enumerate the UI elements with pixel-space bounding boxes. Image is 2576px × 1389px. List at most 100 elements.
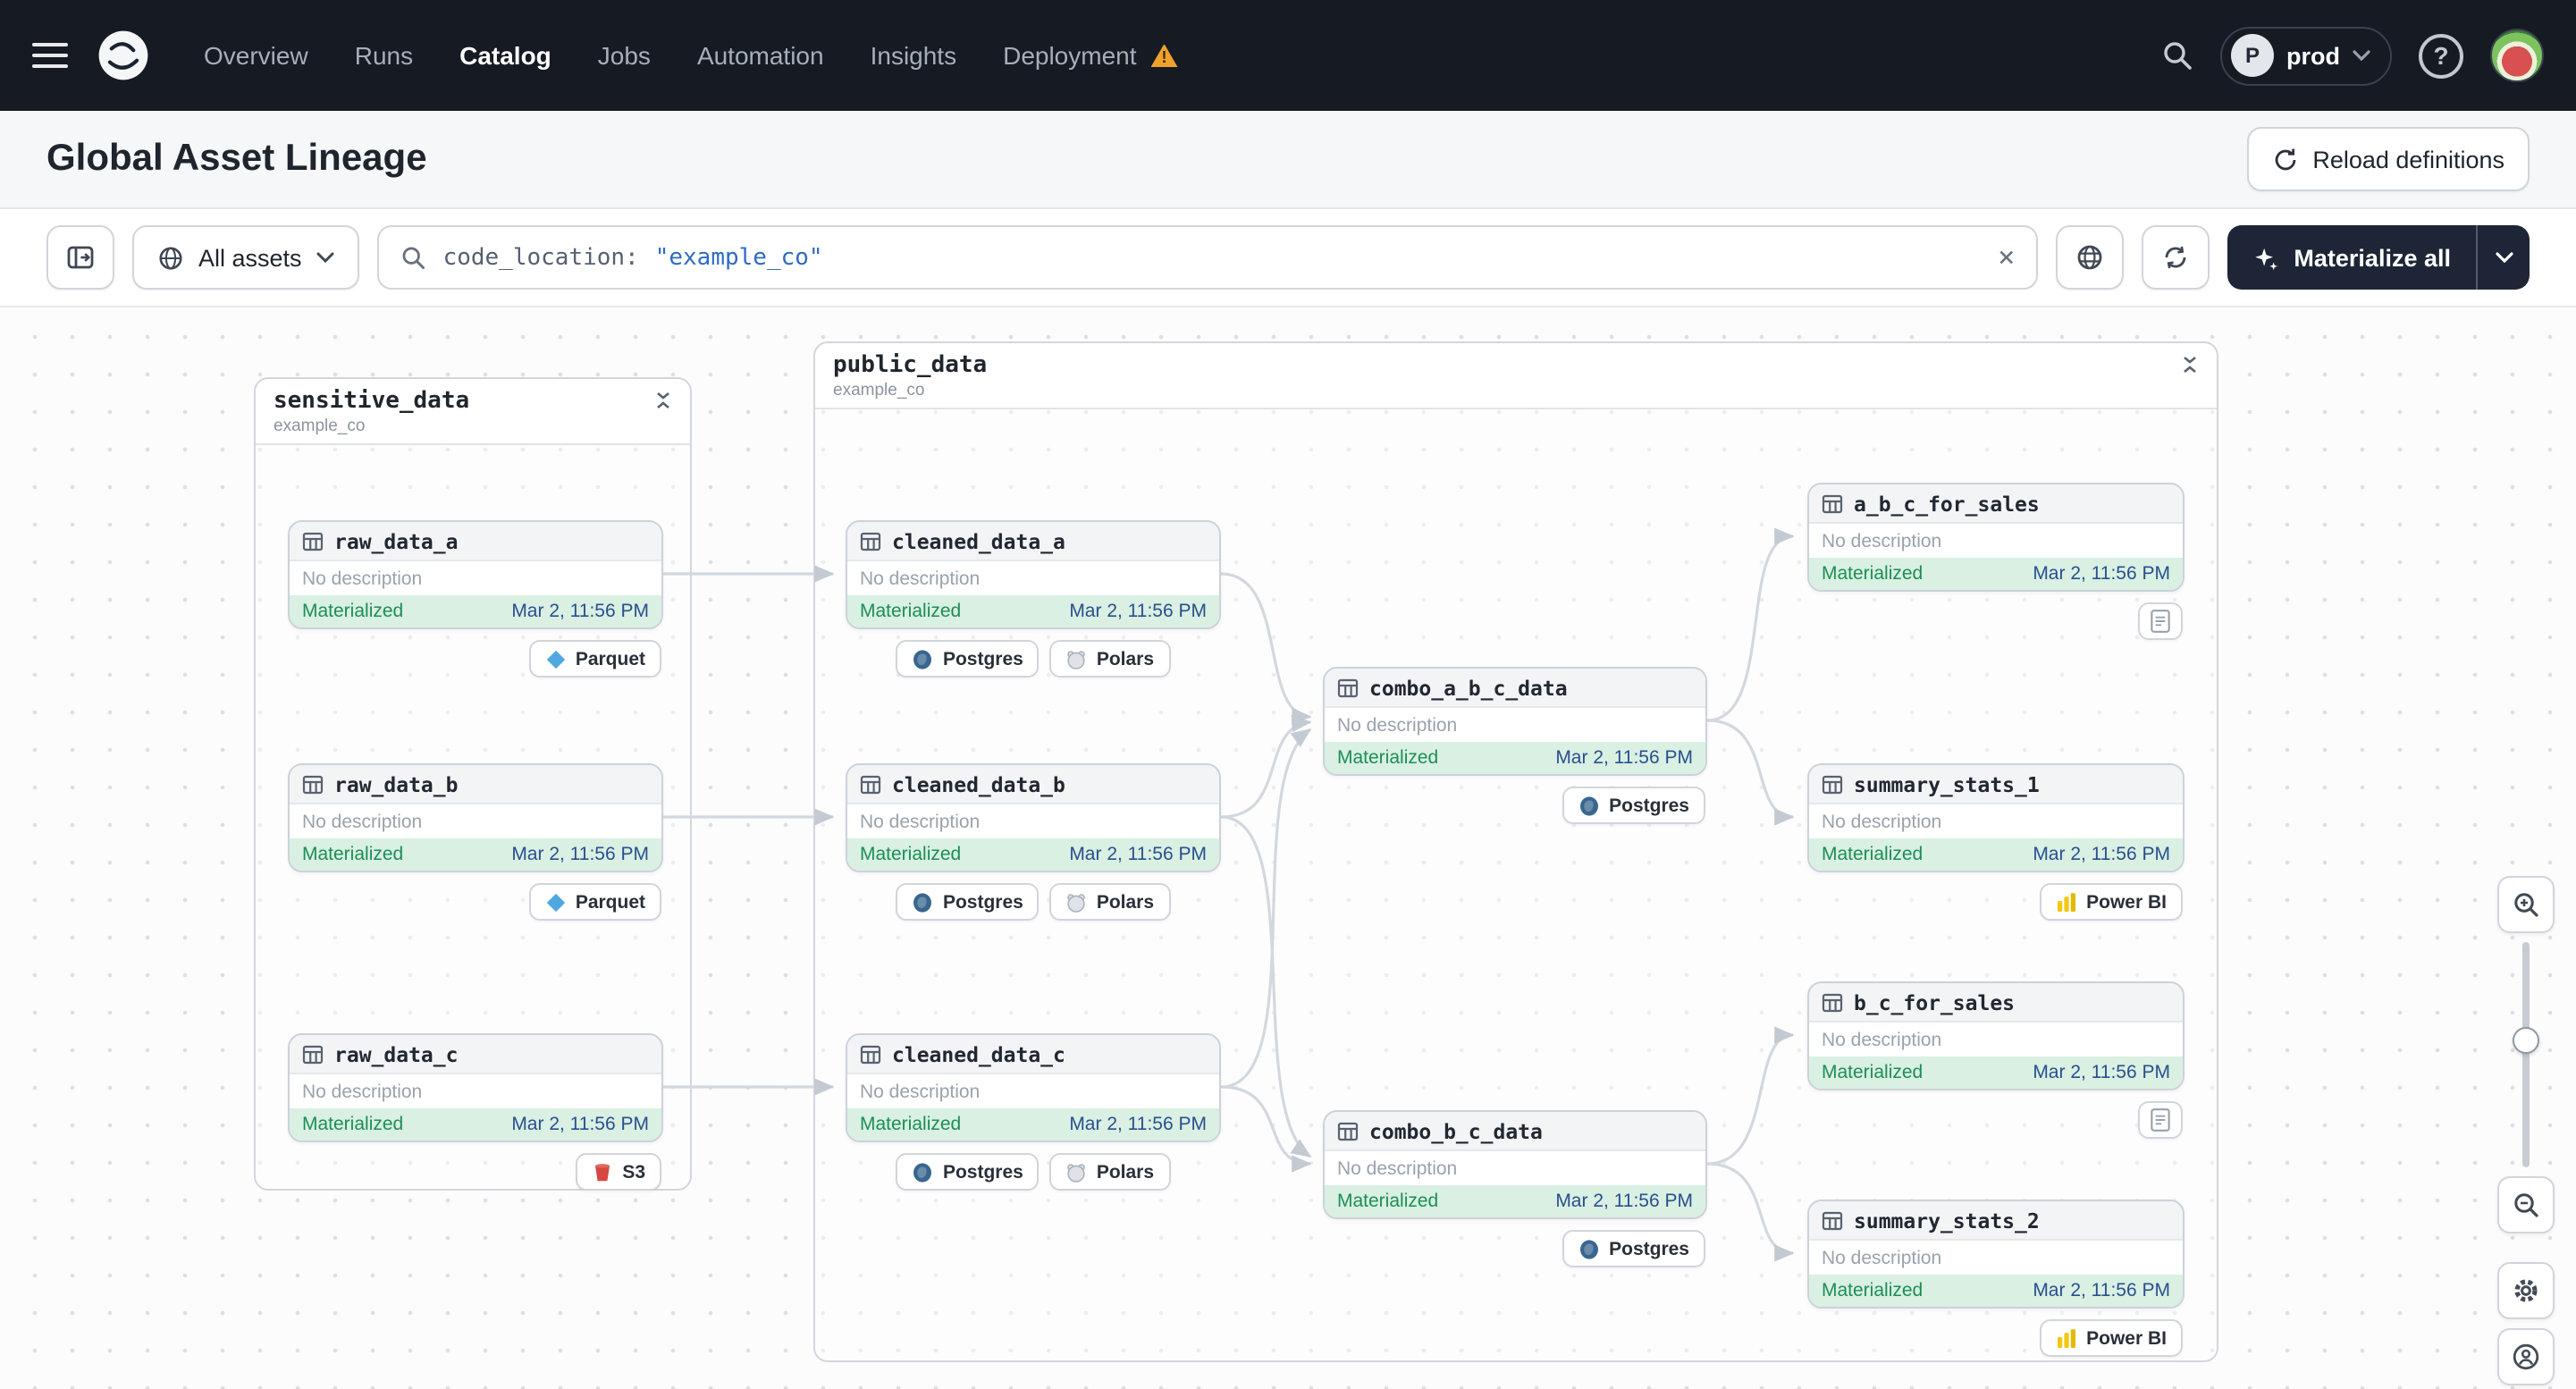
deployment-switcher[interactable]: P prod: [2220, 26, 2392, 85]
tag-postgres[interactable]: Postgres: [896, 883, 1040, 921]
reload-definitions-label: Reload definitions: [2312, 146, 2504, 173]
asset-node-b-c-for-sales[interactable]: b_c_for_sales No description Materialize…: [1807, 981, 2185, 1139]
help-button[interactable]: ?: [2419, 33, 2463, 78]
nav-runs[interactable]: Runs: [355, 41, 413, 70]
asset-node-raw-data-c[interactable]: raw_data_c No description Materialized M…: [288, 1033, 663, 1191]
tag-power-bi[interactable]: Power BI: [2040, 1319, 2183, 1357]
collapse-group-icon[interactable]: [2181, 352, 2199, 377]
nav-jobs[interactable]: Jobs: [598, 41, 651, 70]
asset-name: cleaned_data_a: [892, 528, 1065, 553]
zoom-slider-knob[interactable]: [2513, 1027, 2539, 1055]
search-query-key: code_location:: [442, 244, 639, 271]
tag-postgres[interactable]: Postgres: [896, 640, 1040, 678]
tag-postgres[interactable]: Postgres: [896, 1153, 1040, 1191]
asset-node-cleaned-data-c[interactable]: cleaned_data_c No description Materializ…: [846, 1033, 1221, 1191]
asset-status-row: Materialized Mar 2, 11:56 PM: [1809, 1056, 2183, 1089]
asset-timestamp[interactable]: Mar 2, 11:56 PM: [1555, 747, 1693, 769]
asset-timestamp[interactable]: Mar 2, 11:56 PM: [2033, 1062, 2170, 1083]
asset-header: combo_a_b_c_data: [1325, 669, 1705, 708]
asset-timestamp[interactable]: Mar 2, 11:56 PM: [1069, 601, 1207, 622]
asset-name: a_b_c_for_sales: [1854, 491, 2040, 516]
asset-node-cleaned-data-b[interactable]: cleaned_data_b No description Materializ…: [846, 763, 1221, 921]
table-icon: [1337, 1121, 1359, 1141]
group-header[interactable]: sensitive_data example_co: [256, 379, 690, 445]
dagster-logo[interactable]: [93, 25, 154, 86]
reload-definitions-button[interactable]: Reload definitions: [2246, 127, 2530, 191]
asset-node-raw-data-a[interactable]: raw_data_a No description Materialized M…: [288, 520, 663, 678]
asset-timestamp[interactable]: Mar 2, 11:56 PM: [511, 1114, 649, 1135]
asset-timestamp[interactable]: Mar 2, 11:56 PM: [511, 601, 649, 622]
zoom-slider-track[interactable]: [2522, 942, 2530, 1167]
asset-name: summary_stats_1: [1854, 771, 2040, 796]
clear-search-icon[interactable]: ×: [1998, 242, 2015, 272]
asset-description: No description: [860, 811, 981, 832]
asset-timestamp[interactable]: Mar 2, 11:56 PM: [2033, 844, 2170, 865]
asset-node-combo-a-b-c-data[interactable]: combo_a_b_c_data No description Material…: [1323, 667, 1707, 824]
nav-overview[interactable]: Overview: [204, 41, 308, 70]
user-avatar[interactable]: [2490, 29, 2544, 82]
zoom-out-button[interactable]: [2497, 1176, 2555, 1233]
asset-tags: Postgres Polars: [847, 1153, 1219, 1191]
asset-node-a-b-c-for-sales[interactable]: a_b_c_for_sales No description Materiali…: [1807, 483, 2185, 640]
asset-header: raw_data_c: [290, 1035, 661, 1074]
tag-polars[interactable]: Polars: [1049, 640, 1171, 678]
deployment-name: prod: [2286, 42, 2340, 69]
asset-timestamp[interactable]: Mar 2, 11:56 PM: [1069, 1114, 1207, 1135]
nav-deployment[interactable]: Deployment !: [1003, 41, 1178, 70]
postgres-icon: [913, 649, 932, 669]
group-code-location: example_co: [833, 381, 925, 400]
asset-timestamp[interactable]: Mar 2, 11:56 PM: [2033, 563, 2170, 585]
asset-scope-dropdown[interactable]: All assets: [132, 225, 359, 290]
materialize-all-button[interactable]: Materialize all: [2227, 225, 2476, 290]
zoom-out-icon: [2514, 1193, 2538, 1217]
tag-postgres[interactable]: Postgres: [1562, 1230, 1705, 1267]
asset-status: Materialized: [860, 601, 962, 622]
graph-view-button[interactable]: [2056, 225, 2125, 290]
asset-node-summary-stats-2[interactable]: summary_stats_2 No description Materiali…: [1807, 1200, 2185, 1357]
asset-header: summary_stats_2: [1809, 1201, 2183, 1241]
group-header[interactable]: public_data example_co: [815, 343, 2217, 409]
asset-timestamp[interactable]: Mar 2, 11:56 PM: [511, 844, 649, 865]
nav-insights[interactable]: Insights: [871, 41, 957, 70]
parquet-icon: [546, 649, 565, 669]
refresh-button[interactable]: [2142, 225, 2210, 290]
asset-description: No description: [860, 1081, 981, 1102]
feedback-button[interactable]: [2497, 1328, 2555, 1385]
chevron-down-icon: [2353, 50, 2370, 61]
tag-s3[interactable]: S3: [576, 1153, 661, 1191]
tag-parquet[interactable]: Parquet: [528, 640, 661, 678]
asset-node-combo-b-c-data[interactable]: combo_b_c_data No description Materializ…: [1323, 1110, 1707, 1267]
menu-icon[interactable]: [32, 43, 68, 68]
asset-description: No description: [1822, 530, 1942, 551]
nav-automation[interactable]: Automation: [697, 41, 824, 70]
asset-status-row: Materialized Mar 2, 11:56 PM: [847, 838, 1219, 871]
tag-csv[interactable]: [2138, 602, 2183, 640]
lineage-canvas[interactable]: sensitive_data example_co public_data ex…: [0, 306, 2576, 1389]
tag-polars[interactable]: Polars: [1049, 1153, 1171, 1191]
asset-node-summary-stats-1[interactable]: summary_stats_1 No description Materiali…: [1807, 763, 2185, 921]
asset-description: No description: [1822, 1029, 1942, 1050]
graph-settings-button[interactable]: [2497, 1262, 2555, 1319]
search-icon[interactable]: [2161, 39, 2193, 72]
sparkle-icon: [2255, 247, 2278, 270]
tag-polars[interactable]: Polars: [1049, 883, 1171, 921]
asset-name: raw_data_c: [334, 1041, 459, 1066]
zoom-slider[interactable]: [2497, 942, 2555, 1167]
toggle-sidebar-button[interactable]: [46, 225, 114, 290]
zoom-in-button[interactable]: [2497, 876, 2555, 933]
tag-parquet[interactable]: Parquet: [528, 883, 661, 921]
asset-timestamp[interactable]: Mar 2, 11:56 PM: [1069, 844, 1207, 865]
lineage-search-input[interactable]: code_location: "example_co" ×: [376, 225, 2039, 290]
canvas-controls: [2497, 876, 2555, 1385]
asset-node-cleaned-data-a[interactable]: cleaned_data_a No description Materializ…: [846, 520, 1221, 678]
asset-timestamp[interactable]: Mar 2, 11:56 PM: [1555, 1191, 1693, 1212]
collapse-group-icon[interactable]: [654, 388, 672, 413]
nav-catalog[interactable]: Catalog: [459, 41, 551, 70]
materialize-options-button[interactable]: [2476, 225, 2530, 290]
asset-timestamp[interactable]: Mar 2, 11:56 PM: [2033, 1280, 2170, 1301]
tag-csv[interactable]: [2138, 1101, 2183, 1139]
asset-name: summary_stats_2: [1854, 1208, 2040, 1233]
tag-postgres[interactable]: Postgres: [1562, 787, 1705, 824]
asset-node-raw-data-b[interactable]: raw_data_b No description Materialized M…: [288, 763, 663, 921]
tag-power-bi[interactable]: Power BI: [2040, 883, 2183, 921]
